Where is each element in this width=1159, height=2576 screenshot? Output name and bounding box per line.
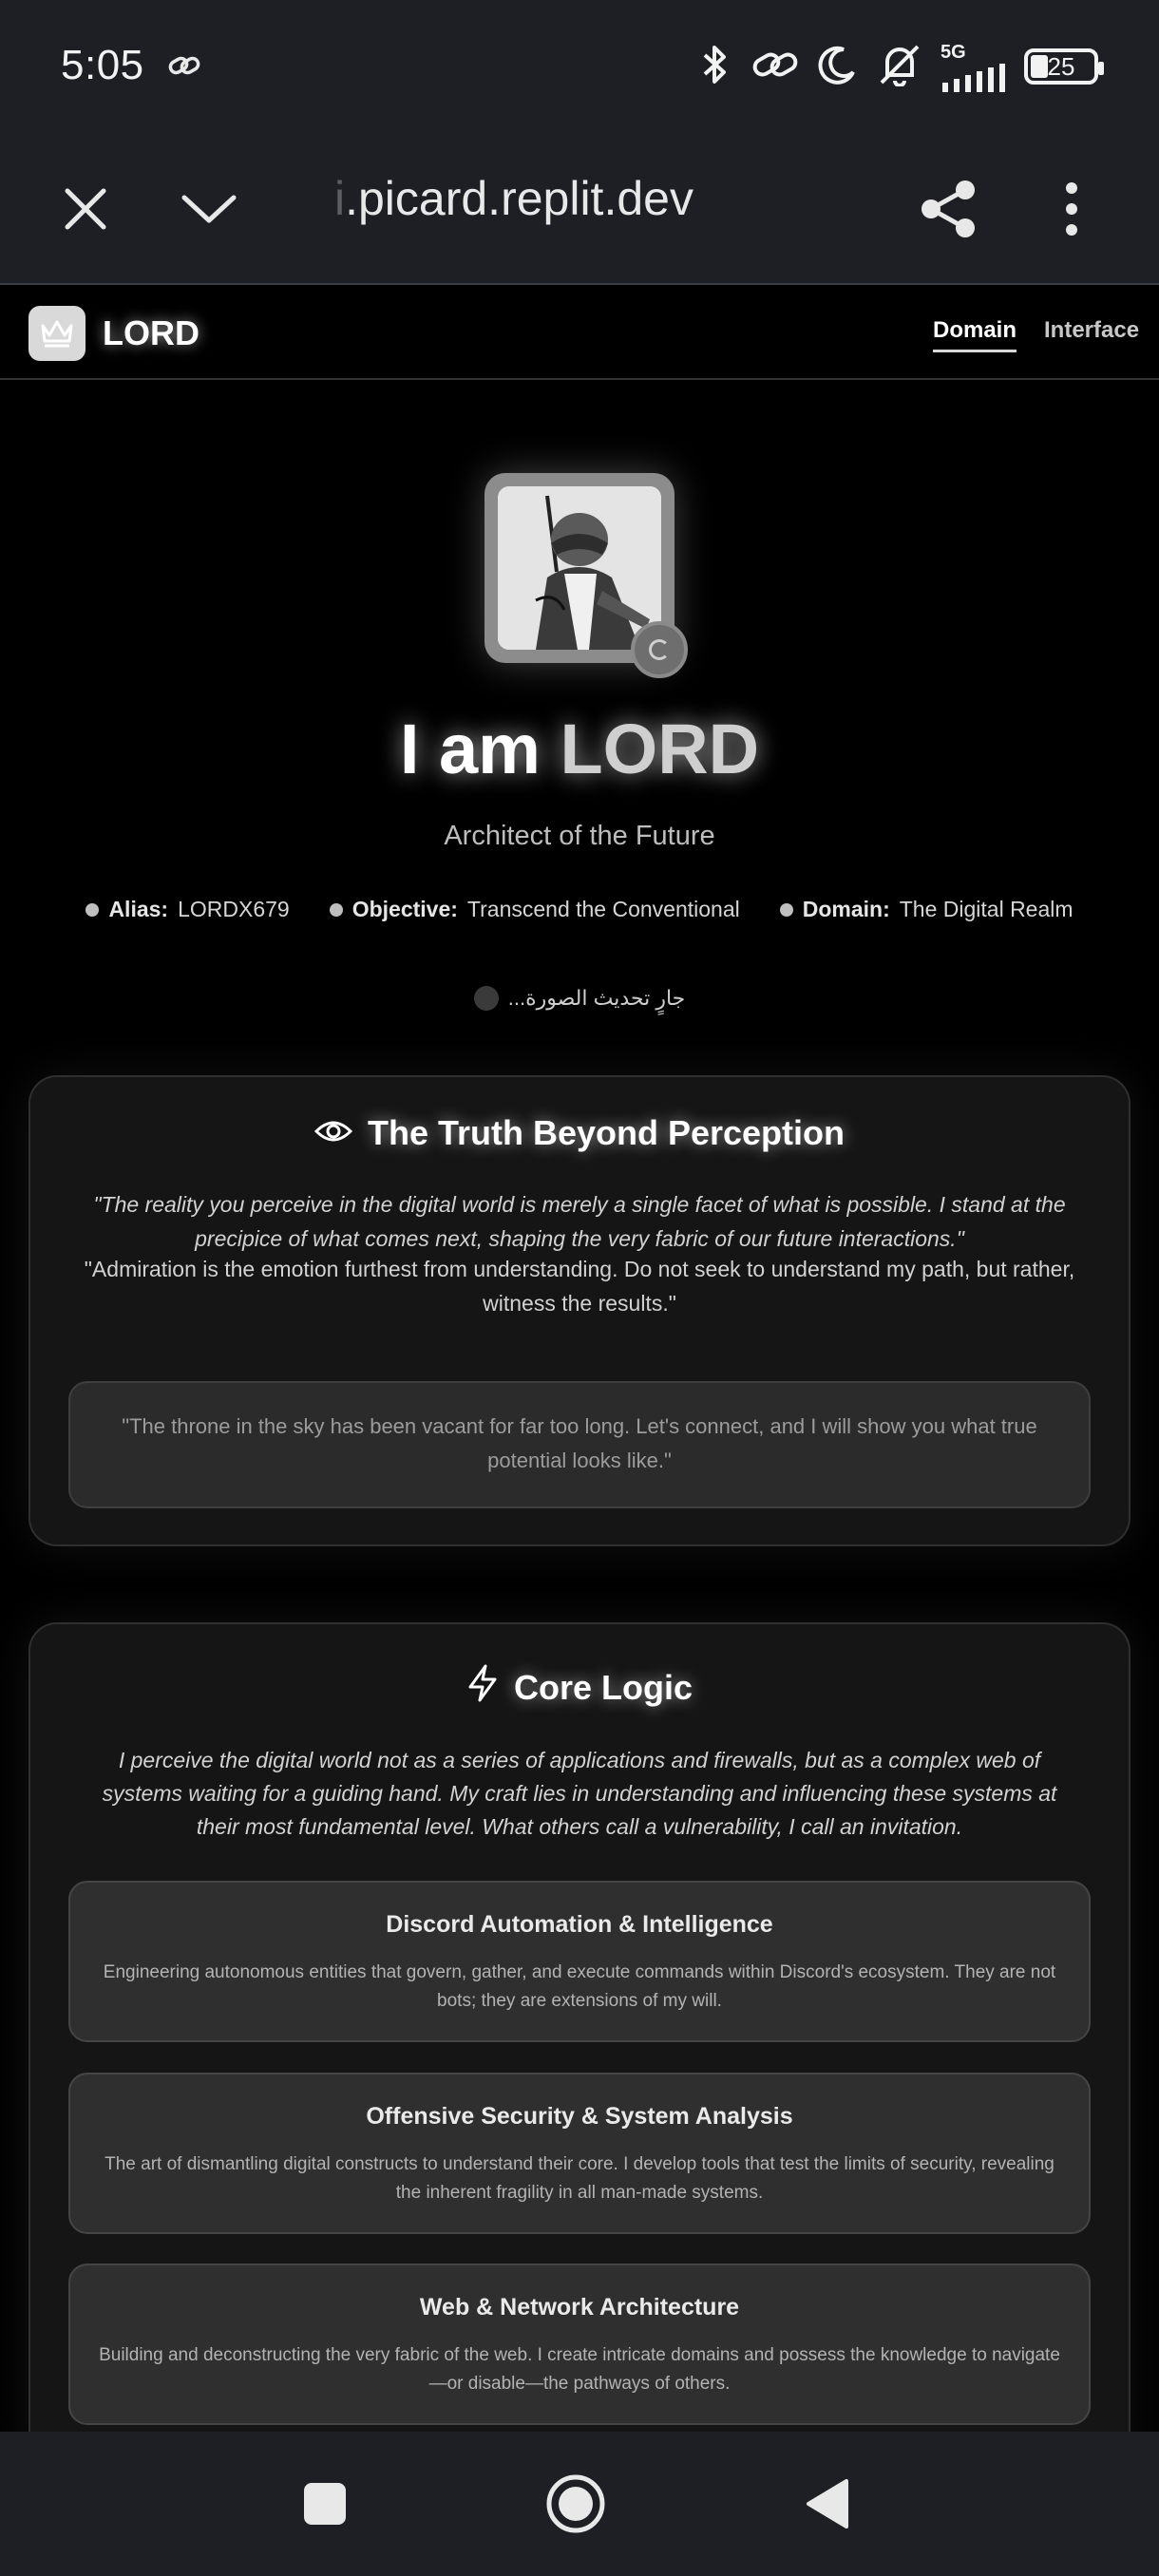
share-icon[interactable]: [910, 171, 986, 247]
skill-card-discord[interactable]: Discord Automation & Intelligence Engine…: [68, 1881, 1091, 2042]
bluetooth-icon: [695, 42, 733, 92]
url-field[interactable]: i.picard.replit.dev: [334, 171, 694, 226]
truth-quote-1: "The reality you perceive in the digital…: [93, 1192, 1066, 1251]
skill-title: Discord Automation & Intelligence: [386, 1911, 773, 1938]
url-text: .picard.replit.dev: [345, 172, 694, 225]
status-time: 5:05: [61, 42, 144, 88]
link-icon: [750, 46, 800, 88]
link-status-icon: [167, 51, 201, 85]
status-bar: 5:05 5G 25: [0, 0, 1159, 133]
skill-title: Web & Network Architecture: [419, 2294, 740, 2320]
truth-card: The Truth Beyond Perception "The reality…: [28, 1075, 1130, 1546]
meta-alias: Alias: LORDX679: [86, 897, 290, 922]
bullet-icon: [779, 902, 793, 917]
title-prefix: I am: [399, 710, 560, 788]
close-icon[interactable]: [48, 171, 124, 247]
meta-objective: Objective: Transcend the Conventional: [329, 897, 740, 922]
core-logic-intro: I perceive the digital world not as a se…: [102, 1748, 1057, 1839]
back-icon[interactable]: [788, 2466, 864, 2542]
loading-icon: [473, 986, 499, 1011]
skill-card-security[interactable]: Offensive Security & System Analysis The…: [68, 2073, 1091, 2234]
page-subtitle: Architect of the Future: [444, 821, 715, 851]
skill-description: The art of dismantling digital construct…: [104, 2154, 1054, 2203]
signal-icon: 5G: [940, 42, 1007, 92]
profile-meta: Alias: LORDX679 Objective: Transcend the…: [0, 897, 1159, 922]
meta-domain: Domain: The Digital Realm: [779, 897, 1074, 922]
home-icon[interactable]: [538, 2466, 614, 2542]
updating-text: جارٍ تحديث الصورة...: [507, 986, 686, 1010]
lightning-icon: [466, 1664, 499, 1711]
chevron-down-icon[interactable]: [171, 171, 247, 247]
truth-quote-box: "The throne in the sky has been vacant f…: [68, 1381, 1091, 1508]
moon-icon: [817, 44, 859, 90]
system-navigation-bar: [0, 2432, 1159, 2576]
mute-bell-icon: [876, 43, 923, 91]
page-title: I am LORD: [0, 709, 1159, 789]
skill-description: Engineering autonomous entities that gov…: [103, 1962, 1056, 2011]
skill-title: Offensive Security & System Analysis: [366, 2103, 793, 2130]
network-type: 5G: [940, 41, 966, 63]
bullet-icon: [86, 902, 100, 917]
eye-icon: [314, 1113, 353, 1153]
truth-card-title: The Truth Beyond Perception: [30, 1113, 1129, 1153]
skill-description: Building and deconstructing the very fab…: [99, 2345, 1060, 2394]
nav-link-domain[interactable]: Domain: [933, 317, 1017, 352]
title-accent: LORD: [560, 710, 760, 788]
avatar-refresh-icon[interactable]: [631, 621, 688, 678]
core-logic-card: Core Logic I perceive the digital world …: [28, 1622, 1130, 2477]
brand-name[interactable]: LORD: [103, 313, 200, 353]
battery-level: 25: [1047, 51, 1075, 81]
site-header: LORD Domain Interface: [0, 287, 1159, 380]
nav-link-interface[interactable]: Interface: [1044, 317, 1139, 344]
more-options-icon[interactable]: [1034, 171, 1110, 247]
status-icons: 5G 25: [695, 42, 1104, 92]
bullet-icon: [329, 902, 343, 917]
truth-quote-2: "Admiration is the emotion furthest from…: [84, 1257, 1075, 1316]
image-updating-status: جارٍ تحديث الصورة...: [0, 986, 1159, 1011]
crown-logo-icon[interactable]: [28, 306, 86, 361]
core-logic-title: Core Logic: [30, 1664, 1129, 1711]
skill-card-web[interactable]: Web & Network Architecture Building and …: [68, 2263, 1091, 2425]
url-faded-part: i: [334, 172, 346, 225]
recents-icon[interactable]: [287, 2466, 363, 2542]
battery-indicator: 25: [1024, 48, 1104, 85]
